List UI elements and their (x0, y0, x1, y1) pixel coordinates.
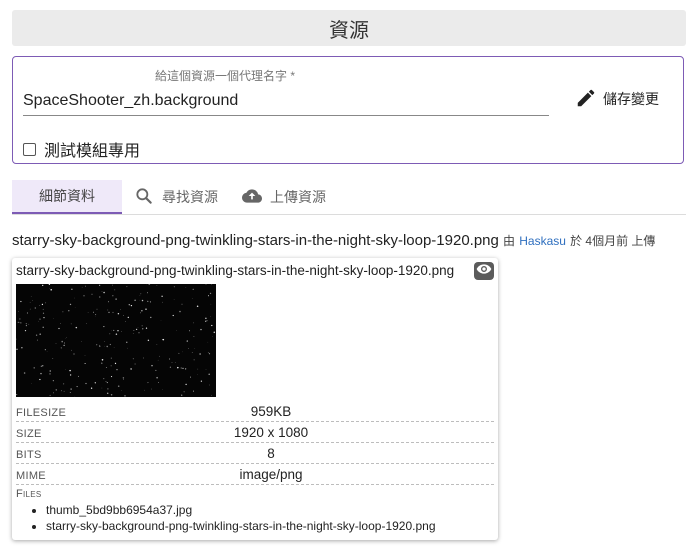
resource-form: 給這個資源一個代理名字 * 儲存變更 測試模組專用 (12, 56, 684, 164)
tab-search-resources[interactable]: 尋找資源 (122, 180, 230, 214)
prop-row-bits: bits 8 (16, 443, 494, 464)
name-input[interactable] (23, 87, 549, 116)
file-card: starry-sky-background-png-twinkling-star… (12, 258, 498, 540)
tab-upload-label: 上傳資源 (270, 189, 326, 205)
upload-time: 於 4個月前 上傳 (570, 234, 656, 248)
test-mod-checkbox[interactable] (23, 142, 36, 156)
test-mod-label: 測試模組專用 (44, 143, 141, 160)
prop-key-size: size (16, 428, 42, 440)
name-field-label: 給這個資源一個代理名字 * (155, 69, 296, 83)
list-item: starry-sky-background-png-twinkling-star… (46, 518, 436, 534)
tab-search-label: 尋找資源 (162, 189, 218, 205)
save-button[interactable]: 儲存變更 (575, 85, 659, 113)
tab-upload-resources[interactable]: 上傳資源 (230, 180, 338, 214)
test-mod-checkbox-row[interactable]: 測試模組專用 (23, 137, 140, 161)
files-label-text: Files (16, 488, 42, 500)
page-title: 資源 (329, 19, 369, 42)
eye-icon (476, 261, 492, 282)
page-header: 資源 (12, 10, 686, 46)
prop-value-bits: 8 (267, 446, 275, 461)
files-list: thumb_5bd9bb6954a37.jpg starry-sky-backg… (26, 502, 436, 534)
prop-key-mime: mime (16, 470, 46, 482)
file-name: starry-sky-background-png-twinkling-star… (12, 232, 499, 249)
save-button-label: 儲存變更 (603, 91, 659, 107)
file-card-title: starry-sky-background-png-twinkling-star… (16, 263, 455, 278)
prop-value-mime: image/png (239, 467, 303, 482)
list-item: thumb_5bd9bb6954a37.jpg (46, 502, 436, 518)
tab-bar: 細節資料 尋找資源 上傳資源 (12, 180, 686, 215)
uploader-link[interactable]: Haskasu (519, 234, 566, 248)
prop-key-filesize: fileSize (16, 407, 67, 419)
prop-row-filesize: fileSize 959KB (16, 401, 494, 422)
pencil-icon (575, 87, 597, 112)
by-text: 由 (503, 234, 516, 248)
search-icon (134, 186, 154, 209)
cloud-upload-icon (242, 186, 262, 209)
thumbnail-image (16, 284, 216, 397)
prop-key-bits: bits (16, 449, 42, 461)
files-label: Files (16, 488, 42, 500)
prop-row-mime: mime image/png (16, 464, 494, 485)
prop-value-filesize: 959KB (250, 404, 292, 419)
tab-details[interactable]: 細節資料 (12, 180, 122, 214)
tab-details-label: 細節資料 (39, 188, 95, 204)
file-summary-line: starry-sky-background-png-twinkling-star… (12, 232, 692, 249)
prop-value-size: 1920 x 1080 (233, 425, 309, 440)
prop-row-size: size 1920 x 1080 (16, 422, 494, 443)
preview-button[interactable] (474, 262, 494, 280)
